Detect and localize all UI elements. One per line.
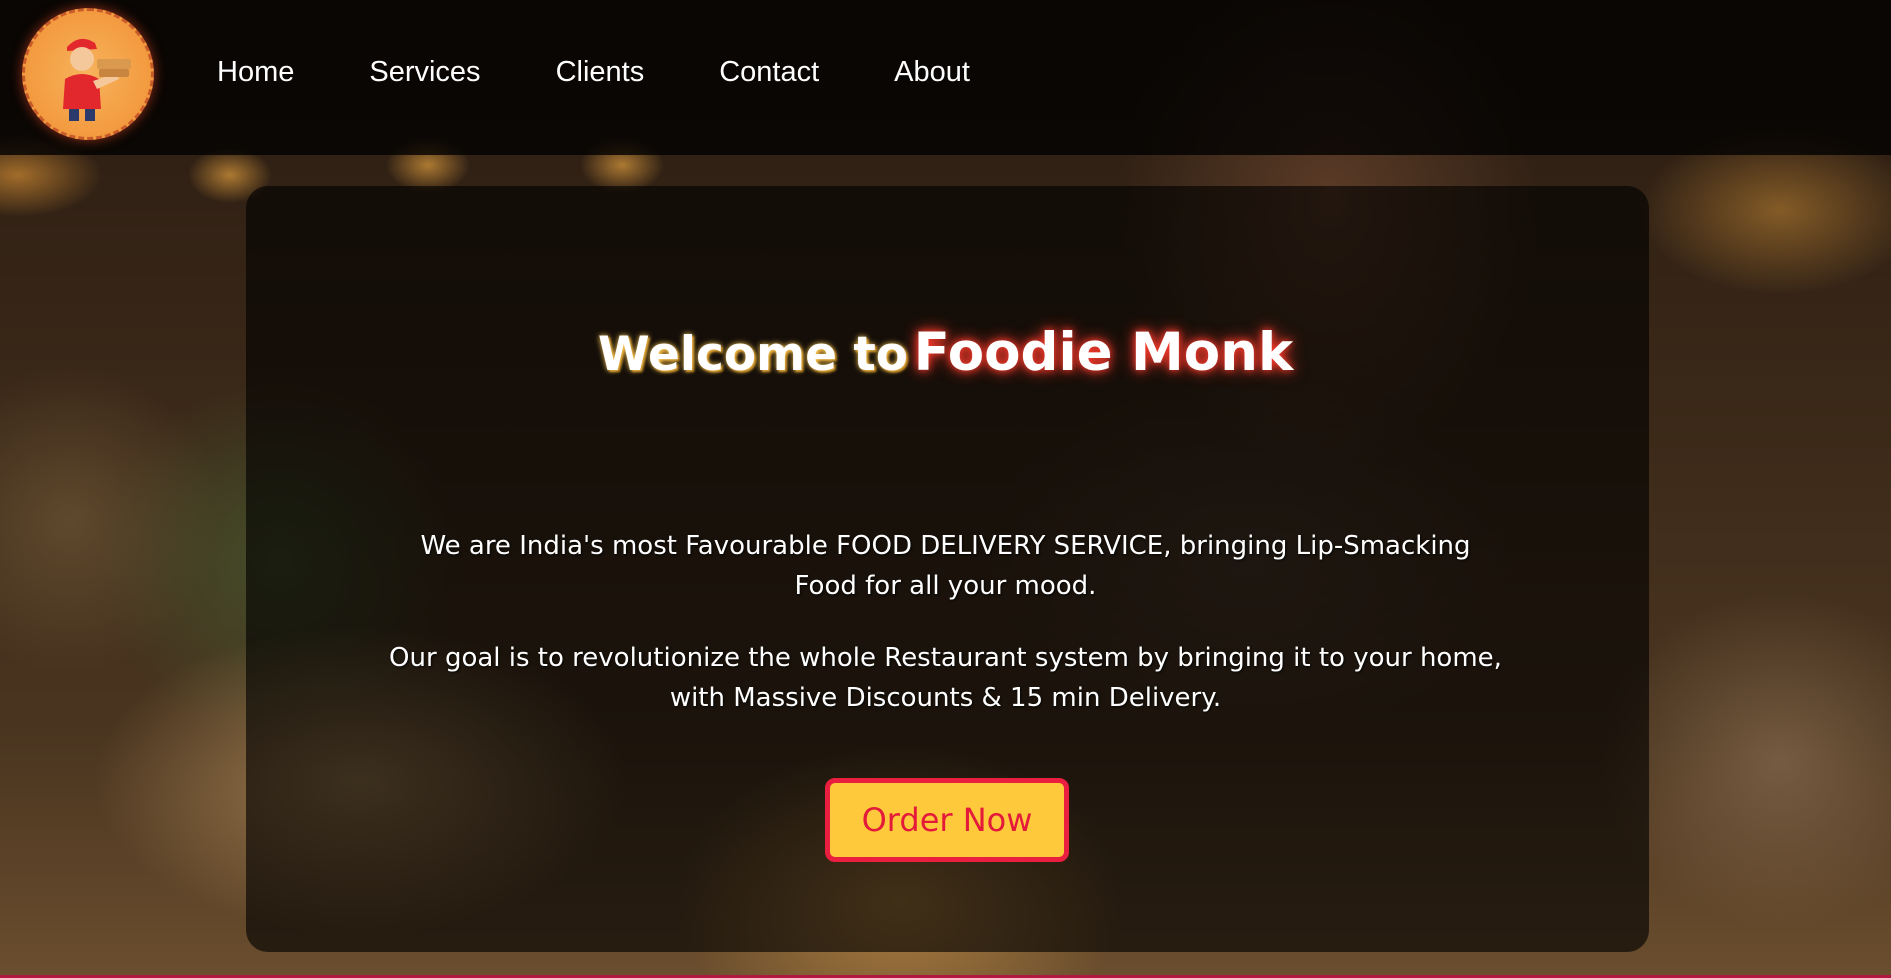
hero-paragraph-1-line-2: Food for all your mood.: [794, 571, 1097, 601]
hero-title-prefix: Welcome to: [597, 327, 909, 382]
nav-link-about[interactable]: About: [894, 56, 970, 89]
hero-title-brand: Foodie Monk: [913, 322, 1294, 383]
nav-link-home[interactable]: Home: [217, 56, 294, 89]
nav-links: Home Services Clients Contact About: [217, 56, 1045, 89]
hero-paragraph-2-line-1: Our goal is to revolutionize the whole R…: [389, 643, 1502, 673]
hero-title: Welcome to Foodie Monk: [0, 322, 1891, 383]
hero-paragraph-2: Our goal is to revolutionize the whole R…: [0, 638, 1891, 718]
hero-paragraph-1-line-1: We are India's most Favourable FOOD DELI…: [420, 531, 1471, 561]
nav-link-contact[interactable]: Contact: [719, 56, 819, 89]
delivery-man-logo-icon[interactable]: [22, 8, 154, 140]
order-now-button[interactable]: Order Now: [825, 778, 1069, 862]
hero-paragraph-2-line-2: with Massive Discounts & 15 min Delivery…: [669, 683, 1222, 713]
hero-paragraph-1: We are India's most Favourable FOOD DELI…: [0, 526, 1891, 606]
nav-link-clients[interactable]: Clients: [556, 56, 645, 89]
nav-link-services[interactable]: Services: [369, 56, 480, 89]
navbar: Home Services Clients Contact About: [0, 0, 1891, 155]
